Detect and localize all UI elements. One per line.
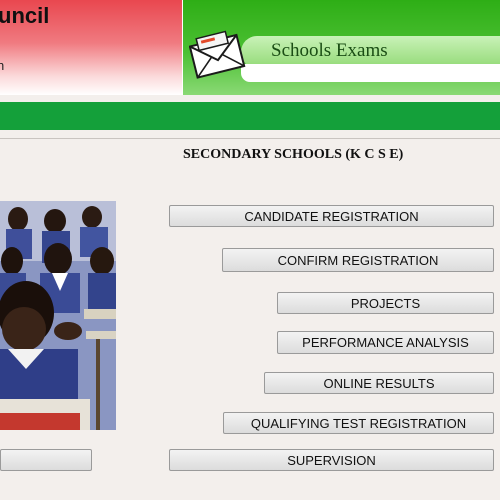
banner-white-bar bbox=[241, 64, 500, 82]
confirm-registration-button[interactable]: CONFIRM REGISTRATION bbox=[222, 248, 494, 272]
section-title: SECONDARY SCHOOLS (K C S E) bbox=[183, 147, 404, 162]
performance-analysis-button[interactable]: PERFORMANCE ANALYSIS bbox=[277, 331, 494, 354]
green-nav-strip bbox=[0, 102, 500, 130]
envelope-icon bbox=[189, 30, 246, 79]
left-partial-button[interactable] bbox=[0, 449, 92, 471]
online-results-label: ONLINE RESULTS bbox=[323, 375, 435, 391]
site-header: uncil n Schools Exams bbox=[0, 0, 500, 95]
projects-label: PROJECTS bbox=[350, 295, 421, 311]
projects-button[interactable]: PROJECTS bbox=[277, 292, 494, 314]
council-banner: uncil n bbox=[0, 0, 182, 95]
online-results-button[interactable]: ONLINE RESULTS bbox=[264, 372, 494, 394]
schools-exams-banner: Schools Exams bbox=[182, 0, 500, 95]
banner-title: Schools Exams bbox=[271, 40, 388, 61]
qualifying-test-registration-label: QUALIFYING TEST REGISTRATION bbox=[250, 415, 467, 431]
candidate-registration-label: CANDIDATE REGISTRATION bbox=[244, 208, 419, 224]
performance-analysis-label: PERFORMANCE ANALYSIS bbox=[302, 335, 469, 350]
students-photo bbox=[0, 201, 116, 430]
council-title: uncil bbox=[0, 3, 50, 28]
qualifying-test-registration-button[interactable]: QUALIFYING TEST REGISTRATION bbox=[223, 412, 494, 434]
supervision-button[interactable]: SUPERVISION bbox=[169, 449, 494, 471]
candidate-registration-button[interactable]: CANDIDATE REGISTRATION bbox=[169, 205, 494, 227]
supervision-label: SUPERVISION bbox=[287, 452, 376, 468]
students-photo-art bbox=[0, 201, 116, 430]
council-subtitle: n bbox=[0, 58, 5, 73]
confirm-registration-label: CONFIRM REGISTRATION bbox=[277, 252, 439, 268]
section-divider bbox=[0, 138, 500, 139]
